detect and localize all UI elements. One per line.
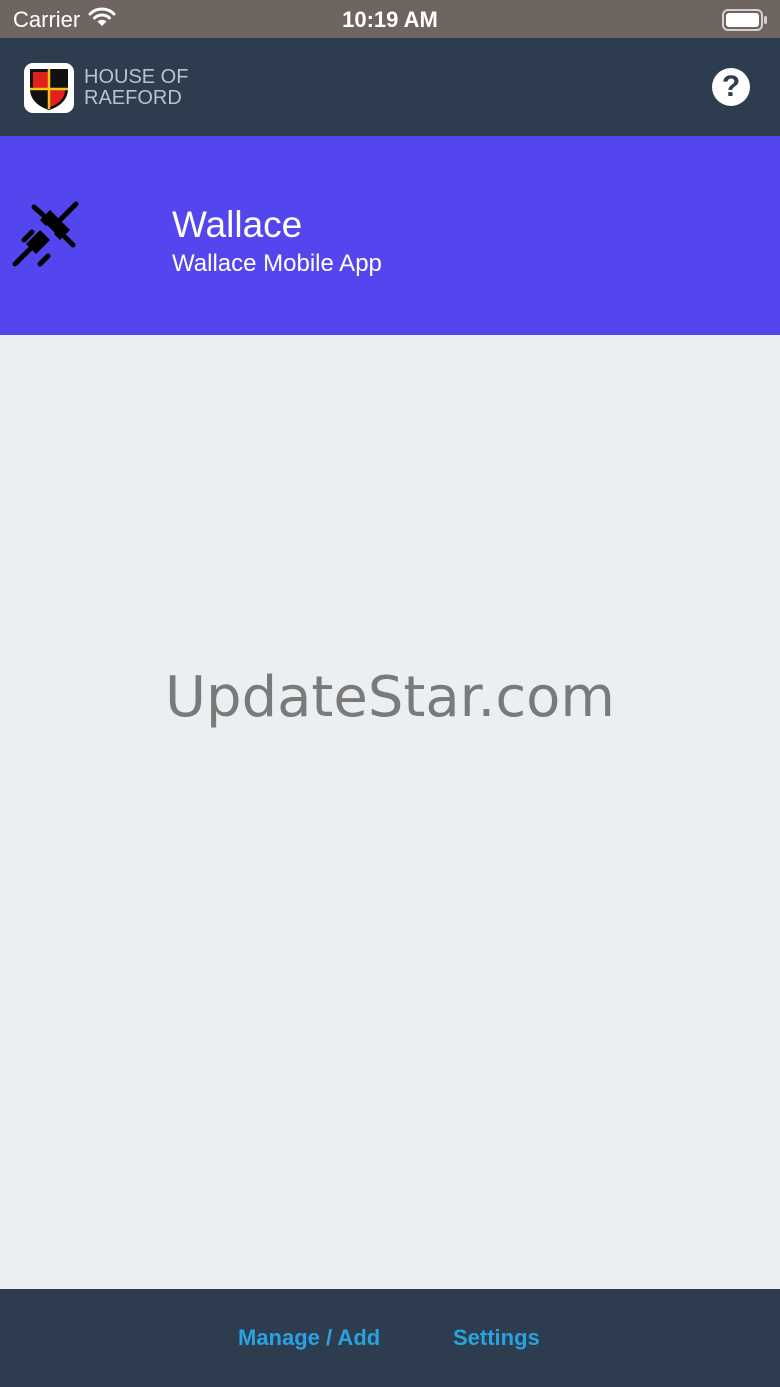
settings-tab[interactable]: Settings (453, 1325, 540, 1351)
plug-icon (10, 198, 82, 270)
app-header: HOUSE OF RAEFORD ? (0, 38, 780, 136)
main-content: UpdateStar.com (0, 335, 780, 1289)
app-banner: Wallace Wallace Mobile App (0, 136, 780, 335)
manage-add-tab[interactable]: Manage / Add (238, 1325, 380, 1351)
brand-line-2: RAEFORD (84, 87, 182, 109)
status-bar: Carrier 10:19 AM (0, 0, 780, 38)
shield-logo-icon (24, 63, 74, 113)
banner-subtitle: Wallace Mobile App (172, 250, 382, 277)
brand-line-1: HOUSE OF (84, 66, 189, 88)
bottom-tab-bar: Manage / Add Settings (0, 1289, 780, 1387)
help-icon: ? (721, 70, 741, 103)
help-button[interactable]: ? (712, 68, 750, 106)
watermark-text: UpdateStar.com (165, 665, 615, 730)
status-time: 10:19 AM (342, 7, 438, 32)
banner-title: Wallace (172, 204, 303, 245)
brand-name: HOUSE OF RAEFORD (84, 67, 188, 109)
battery-icon (722, 9, 768, 36)
app-screen: Carrier 10:19 AM HOUSE OF RAEFORD ? Wall… (0, 0, 780, 1387)
